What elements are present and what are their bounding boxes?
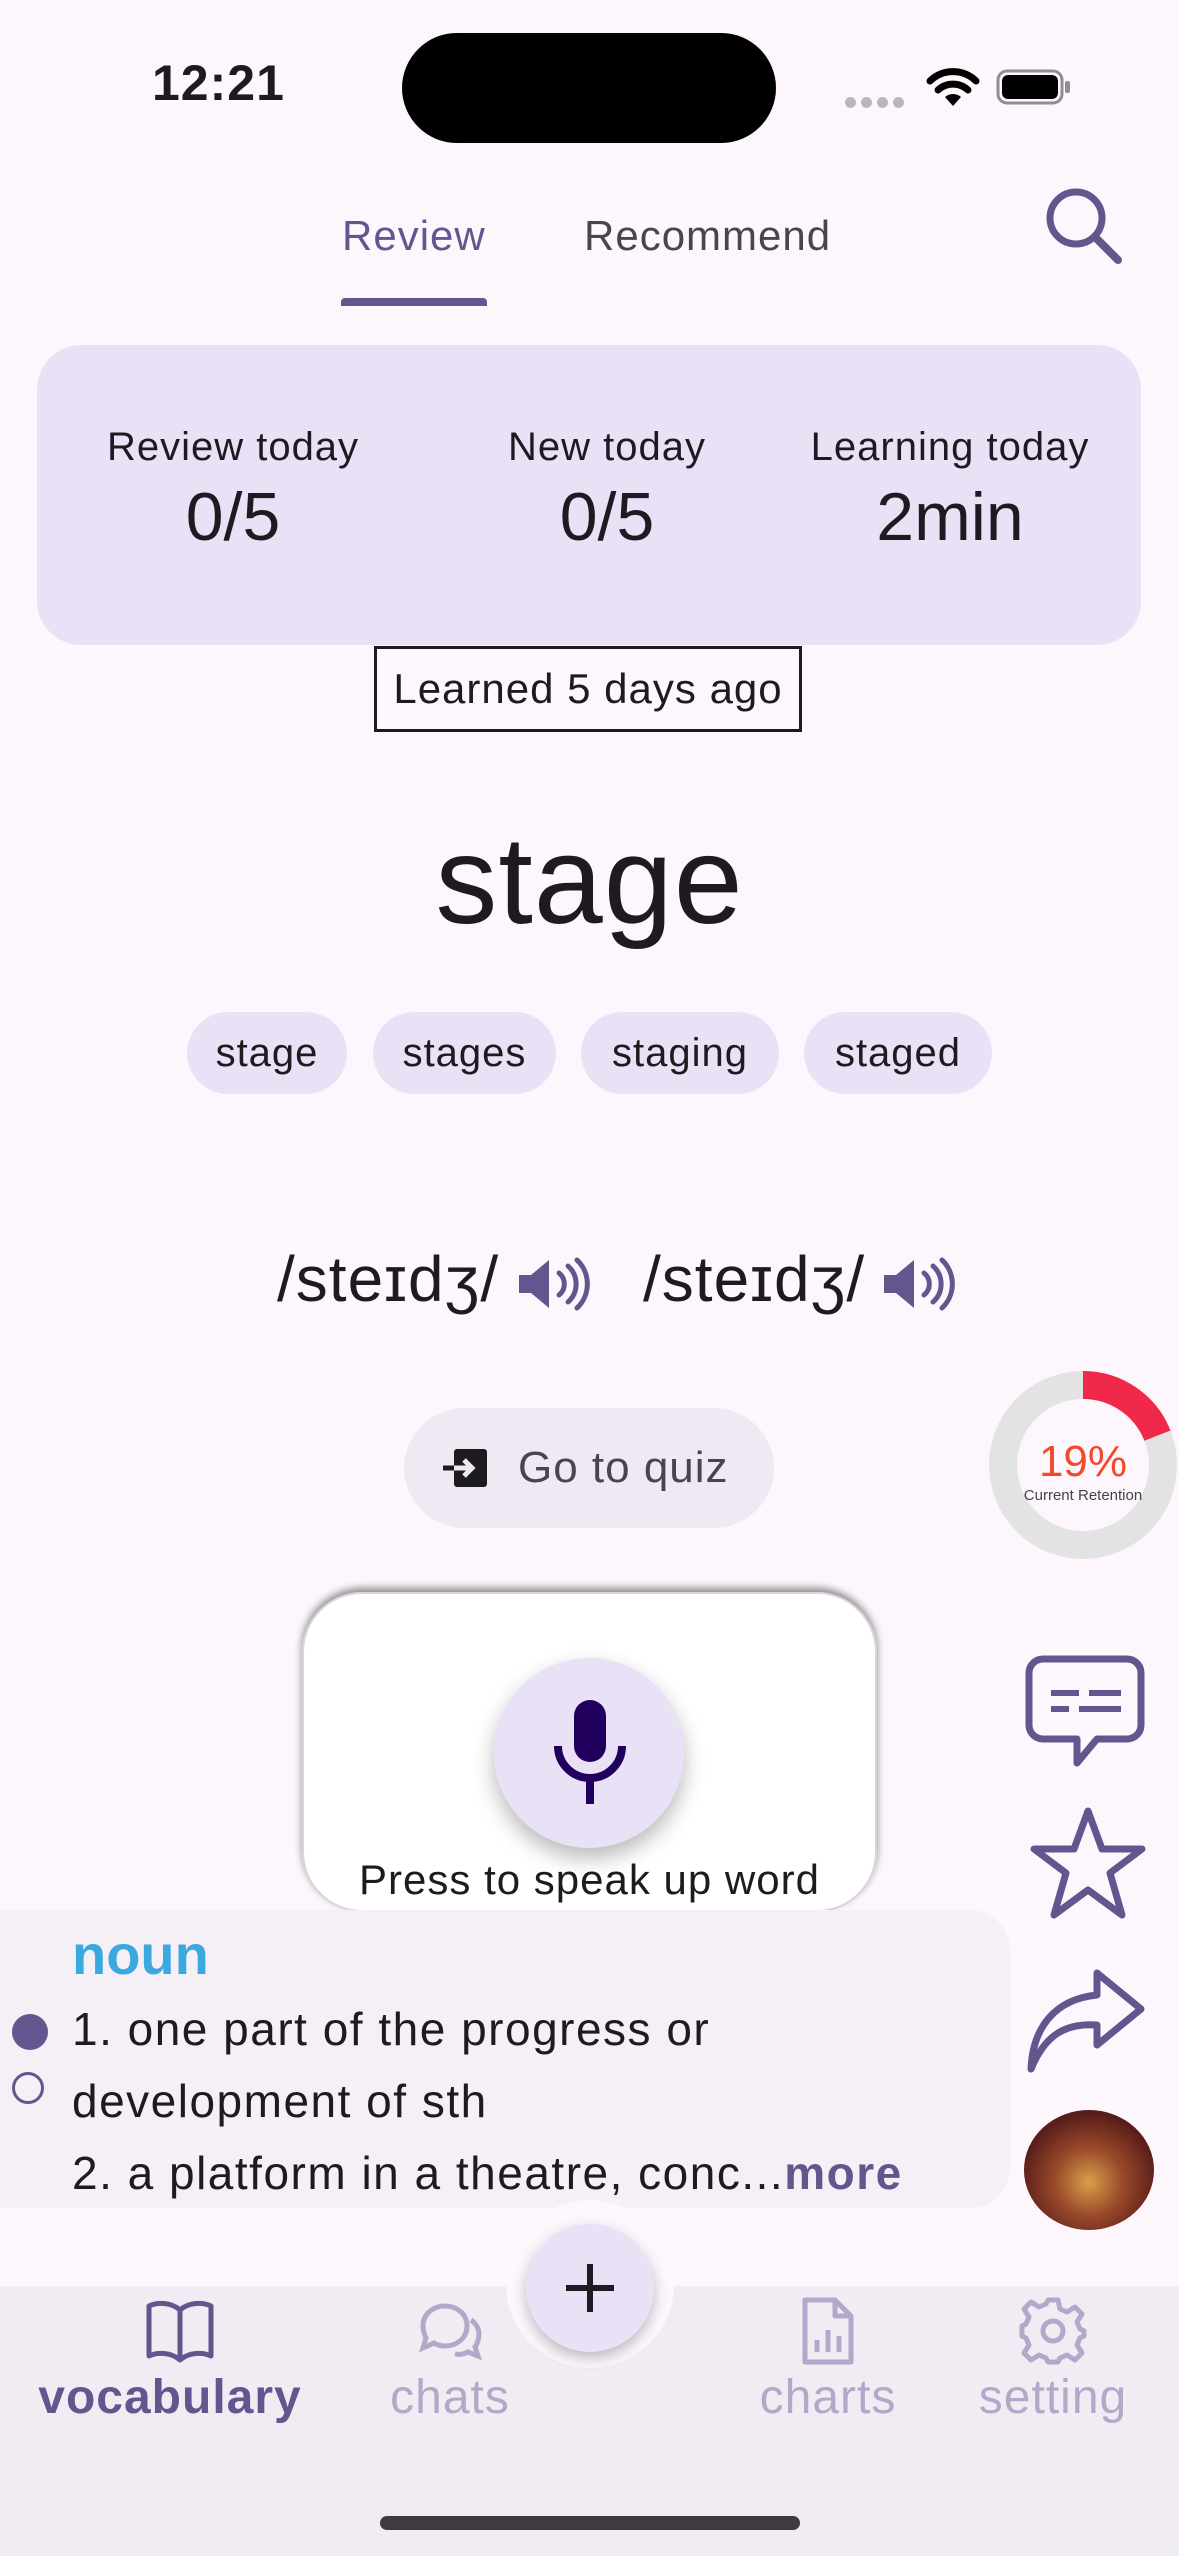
stat-value: 0/5 (559, 479, 655, 555)
word-form-chip[interactable]: staged (804, 1012, 992, 1094)
stat-review-today: Review today 0/5 (63, 425, 403, 556)
home-indicator (380, 2516, 800, 2530)
word-form-chip[interactable]: stage (187, 1012, 347, 1094)
page-indicator-inactive[interactable] (12, 2072, 44, 2104)
speak-hint: Press to speak up word (359, 1856, 820, 1903)
nav-setting[interactable]: setting (943, 2370, 1163, 2425)
word-form-chip[interactable]: staging (581, 1012, 779, 1094)
subtitles-chat-icon[interactable] (1025, 1655, 1145, 1775)
retention-gauge[interactable]: 19% Current Retention (988, 1370, 1178, 1560)
signal-dots-icon (845, 95, 909, 113)
stat-new-today: New today 0/5 (437, 425, 777, 556)
nav-chats[interactable]: chats (340, 2370, 560, 2425)
pronunciation-uk: /steɪdʒ/ (277, 1243, 500, 1315)
headword: stage (435, 812, 744, 950)
nav-vocabulary[interactable]: vocabulary (30, 2370, 310, 2425)
word-form-chip[interactable]: stages (373, 1012, 556, 1094)
word-image[interactable] (1024, 2110, 1154, 2230)
daily-stats-card: Review today 0/5 New today 0/5 Learning … (37, 345, 1141, 645)
chat-bubbles-icon[interactable] (415, 2296, 485, 2366)
tab-recommend[interactable]: Recommend (584, 212, 831, 260)
retention-label: Current Retention (1024, 1487, 1142, 1504)
learned-badge: Learned 5 days ago (374, 646, 802, 732)
battery-icon (996, 69, 1070, 105)
speaker-icon[interactable] (515, 1255, 595, 1313)
definition-line: 2. a platform in a theatre, conc...more (72, 2146, 903, 2200)
chart-file-icon[interactable] (793, 2296, 863, 2366)
search-icon[interactable] (1040, 182, 1126, 268)
speaker-icon[interactable] (880, 1255, 960, 1313)
more-link[interactable]: more (784, 2147, 902, 2199)
share-arrow-icon[interactable] (1025, 1965, 1145, 2085)
wifi-icon (926, 68, 980, 106)
stat-label: Review today (106, 425, 360, 469)
status-time: 12:21 (152, 55, 285, 111)
nav-charts[interactable]: charts (718, 2370, 938, 2425)
definition-text: 2. a platform in a theatre, conc... (72, 2147, 785, 2199)
pronunciation-us: /steɪdʒ/ (643, 1243, 866, 1315)
active-tab-indicator (341, 298, 487, 306)
star-icon[interactable] (1028, 1805, 1148, 1925)
book-icon[interactable] (145, 2296, 215, 2366)
dynamic-island (402, 33, 776, 143)
page-indicator-active (12, 2014, 48, 2050)
stat-label: New today (508, 425, 706, 469)
part-of-speech: noun (72, 1923, 209, 1986)
retention-percent: 19% (1039, 1437, 1127, 1486)
gear-icon[interactable] (1018, 2296, 1088, 2366)
login-arrow-icon (443, 1449, 487, 1487)
stat-learning-today: Learning today 2min (775, 425, 1125, 556)
plus-icon (566, 2264, 614, 2312)
stat-label: Learning today (810, 425, 1090, 469)
stat-value: 0/5 (185, 479, 281, 555)
definition-line: 1. one part of the progress or (72, 2003, 711, 2055)
stat-value: 2min (876, 479, 1024, 555)
tab-review[interactable]: Review (342, 212, 486, 260)
microphone-icon (554, 1700, 626, 1804)
definition-line: development of sth (72, 2075, 488, 2127)
go-to-quiz-label: Go to quiz (518, 1443, 729, 1492)
